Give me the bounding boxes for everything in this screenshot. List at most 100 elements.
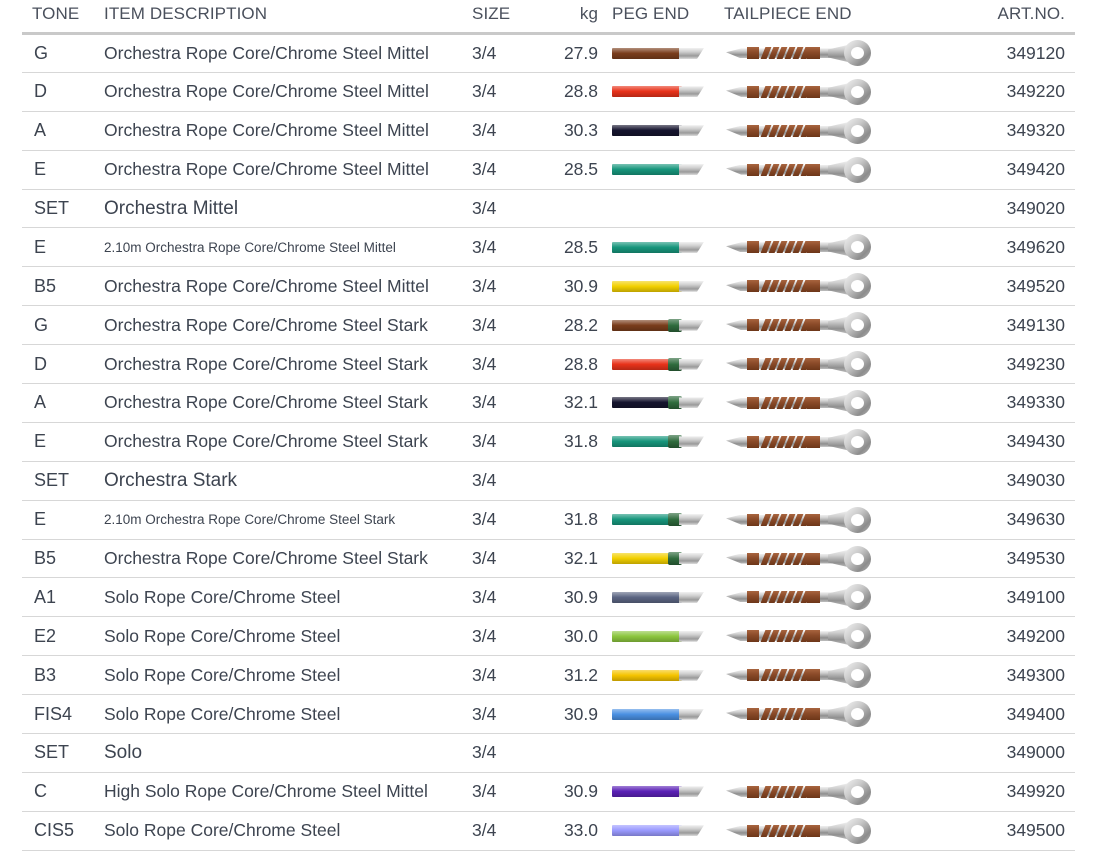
table-row[interactable]: AOrchestra Rope Core/Chrome Steel Mittel… — [22, 111, 1075, 150]
cell-tailpiece-end — [718, 228, 913, 267]
cell-item-description: Orchestra Rope Core/Chrome Steel Stark — [94, 539, 466, 578]
table-row[interactable]: E2.10m Orchestra Rope Core/Chrome Steel … — [22, 500, 1075, 539]
peg-winding-color — [612, 436, 670, 447]
peg-steel-tip — [679, 709, 704, 720]
cell-kg: 30.0 — [536, 617, 608, 656]
table-header: TONE ITEM DESCRIPTION SIZE kg PEG END TA… — [22, 0, 1075, 34]
cell-art-no: 349330 — [913, 384, 1075, 423]
table-row[interactable]: B5Orchestra Rope Core/Chrome Steel Mitte… — [22, 267, 1075, 306]
peg-end-icon — [612, 552, 704, 565]
cell-tailpiece-end — [718, 811, 913, 850]
tailpiece-ring-hole — [851, 164, 864, 176]
tailpiece-winding-block-right — [807, 47, 820, 59]
cell-tailpiece-end — [718, 539, 913, 578]
cell-item-description: Solo Rope Core/Chrome Steel — [94, 578, 466, 617]
cell-size: 3/4 — [466, 111, 536, 150]
cell-peg-end — [608, 772, 718, 811]
cell-kg — [536, 461, 608, 500]
table-row[interactable]: AOrchestra Rope Core/Chrome Steel Stark3… — [22, 384, 1075, 423]
peg-winding-color — [612, 825, 682, 836]
cell-art-no: 349920 — [913, 772, 1075, 811]
cell-kg: 28.5 — [536, 228, 608, 267]
peg-end-icon — [612, 47, 704, 60]
cell-peg-end — [608, 267, 718, 306]
cell-art-no: 349120 — [913, 34, 1075, 73]
tailpiece-winding-block-right — [807, 708, 820, 720]
cell-tailpiece-end — [718, 461, 913, 500]
peg-winding-color — [612, 553, 670, 564]
table-row[interactable]: B3Solo Rope Core/Chrome Steel3/431.23493… — [22, 656, 1075, 695]
cell-peg-end — [608, 384, 718, 423]
table-row[interactable]: SETSolo3/4349000 — [22, 734, 1075, 773]
table-row[interactable]: EOrchestra Rope Core/Chrome Steel Stark3… — [22, 422, 1075, 461]
peg-winding-color — [612, 281, 682, 292]
peg-winding-color — [612, 709, 682, 720]
cell-tone: E — [22, 150, 94, 189]
table-row[interactable]: E2Solo Rope Core/Chrome Steel3/430.03492… — [22, 617, 1075, 656]
cell-peg-end — [608, 150, 718, 189]
table-body: GOrchestra Rope Core/Chrome Steel Mittel… — [22, 34, 1075, 851]
tailpiece-winding-block-right — [807, 591, 820, 603]
table-row[interactable]: FIS4Solo Rope Core/Chrome Steel3/430.934… — [22, 695, 1075, 734]
peg-end-icon — [612, 319, 704, 332]
cell-tone: E2 — [22, 617, 94, 656]
cell-kg: 30.9 — [536, 772, 608, 811]
table-row[interactable]: CIS5Solo Rope Core/Chrome Steel3/433.034… — [22, 811, 1075, 850]
cell-item-description: Solo Rope Core/Chrome Steel — [94, 656, 466, 695]
tailpiece-end-icon — [724, 545, 874, 573]
cell-art-no: 349400 — [913, 695, 1075, 734]
tailpiece-end-icon — [724, 700, 874, 728]
peg-end-icon — [612, 513, 704, 526]
table-row[interactable]: E2.10m Orchestra Rope Core/Chrome Steel … — [22, 228, 1075, 267]
tailpiece-end-icon — [724, 661, 874, 689]
peg-steel-tip — [679, 125, 704, 136]
cell-peg-end — [608, 617, 718, 656]
cell-tailpiece-end — [718, 306, 913, 345]
table-row[interactable]: SETOrchestra Stark3/4349030 — [22, 461, 1075, 500]
cell-tailpiece-end — [718, 656, 913, 695]
table-row[interactable]: GOrchestra Rope Core/Chrome Steel Mittel… — [22, 34, 1075, 73]
table-row[interactable]: EOrchestra Rope Core/Chrome Steel Mittel… — [22, 150, 1075, 189]
cell-art-no: 349030 — [913, 461, 1075, 500]
column-header-item-description: ITEM DESCRIPTION — [94, 0, 466, 34]
tailpiece-winding-block-right — [807, 397, 820, 409]
tailpiece-winding-block-left — [747, 786, 759, 798]
cell-kg: 33.0 — [536, 811, 608, 850]
cell-peg-end — [608, 539, 718, 578]
table-row[interactable]: GOrchestra Rope Core/Chrome Steel Stark3… — [22, 306, 1075, 345]
peg-steel-tip — [679, 514, 704, 525]
table-row[interactable]: CHigh Solo Rope Core/Chrome Steel Mittel… — [22, 772, 1075, 811]
peg-end-icon — [612, 785, 704, 798]
table-row[interactable]: DOrchestra Rope Core/Chrome Steel Stark3… — [22, 345, 1075, 384]
table-row[interactable]: DOrchestra Rope Core/Chrome Steel Mittel… — [22, 72, 1075, 111]
tailpiece-end-icon — [724, 272, 874, 300]
tailpiece-end-icon — [724, 78, 874, 106]
string-catalog-table-container: TONE ITEM DESCRIPTION SIZE kg PEG END TA… — [0, 0, 1097, 851]
peg-end-icon — [612, 435, 704, 448]
tailpiece-winding-block-right — [807, 86, 820, 98]
cell-size: 3/4 — [466, 34, 536, 73]
cell-tone: C — [22, 772, 94, 811]
cell-tone: A — [22, 111, 94, 150]
tailpiece-end-icon — [724, 778, 874, 806]
table-row[interactable]: SETOrchestra Mittel3/4349020 — [22, 189, 1075, 228]
cell-peg-end — [608, 500, 718, 539]
cell-kg: 30.3 — [536, 111, 608, 150]
peg-end-icon — [612, 163, 704, 176]
tailpiece-winding-block-right — [807, 358, 820, 370]
tailpiece-winding-block-right — [807, 125, 820, 137]
cell-item-description: Solo — [94, 734, 466, 773]
cell-kg: 30.9 — [536, 695, 608, 734]
tailpiece-end-icon — [724, 583, 874, 611]
peg-winding-color — [612, 670, 682, 681]
cell-item-description: Solo Rope Core/Chrome Steel — [94, 695, 466, 734]
table-row[interactable]: A1Solo Rope Core/Chrome Steel3/430.93491… — [22, 578, 1075, 617]
tailpiece-winding-block-right — [807, 553, 820, 565]
cell-size: 3/4 — [466, 734, 536, 773]
cell-peg-end — [608, 695, 718, 734]
cell-size: 3/4 — [466, 656, 536, 695]
table-row[interactable]: B5Orchestra Rope Core/Chrome Steel Stark… — [22, 539, 1075, 578]
cell-art-no: 349300 — [913, 656, 1075, 695]
peg-steel-tip — [679, 553, 704, 564]
peg-end-icon — [612, 280, 704, 293]
